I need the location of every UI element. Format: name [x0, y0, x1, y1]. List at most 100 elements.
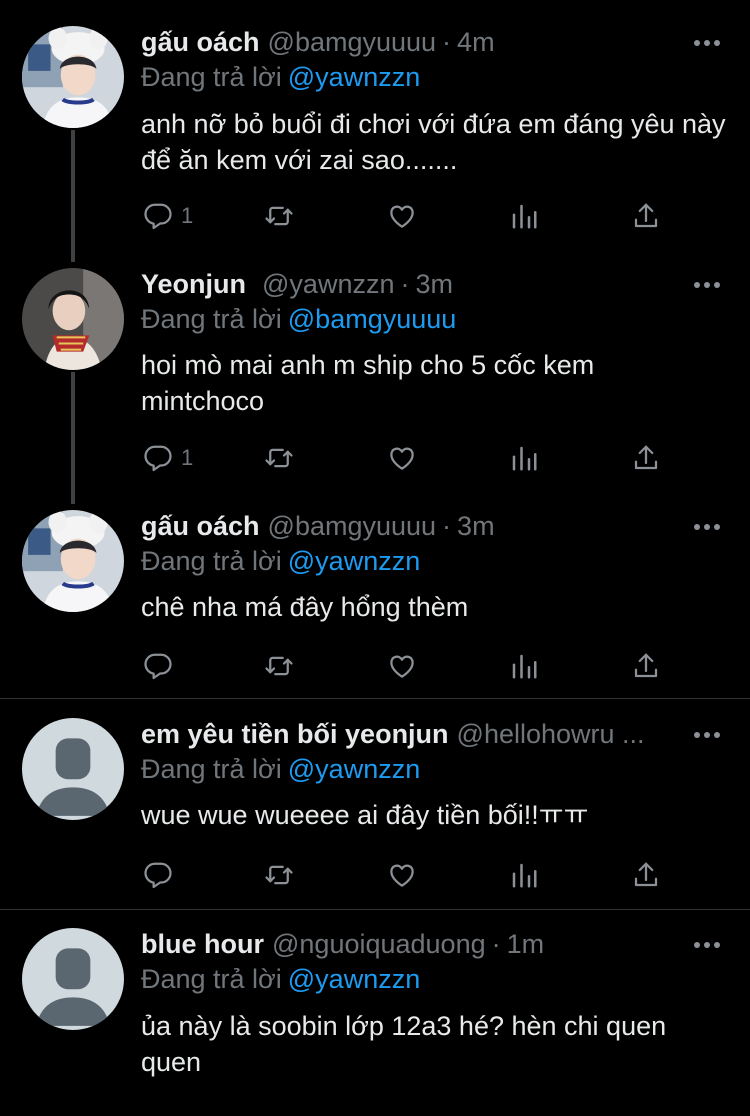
tweet[interactable]: gấu oách @bamgyuuuu · 3m Đang trả lời @yawnz…: [0, 504, 750, 698]
avatar[interactable]: [22, 928, 124, 1030]
more-icon[interactable]: [692, 730, 722, 740]
like-button[interactable]: [387, 646, 417, 686]
user-handle[interactable]: @bamgyuuuu: [268, 511, 437, 541]
tweet-header: gấu oách @bamgyuuuu · 4m: [141, 25, 666, 59]
share-button[interactable]: [631, 855, 661, 895]
user-handle[interactable]: @bamgyuuuu: [268, 27, 437, 57]
more-icon[interactable]: [692, 280, 722, 290]
reply-icon: [143, 443, 173, 473]
timestamp[interactable]: 1m: [507, 929, 545, 959]
tweet[interactable]: blue hour @nguoiquaduong · 1m Đang trả lời @…: [0, 910, 750, 1116]
reply-count: 1: [181, 445, 194, 470]
timestamp[interactable]: 3m: [415, 269, 453, 299]
retweet-button[interactable]: [264, 855, 294, 895]
avatar[interactable]: [22, 26, 124, 128]
like-icon: [387, 860, 417, 890]
share-button[interactable]: [631, 646, 661, 686]
reply-button[interactable]: [143, 646, 181, 686]
display-name[interactable]: gấu oách: [141, 511, 260, 541]
separator-dot: ·: [400, 269, 410, 299]
like-button[interactable]: [387, 438, 417, 478]
like-button[interactable]: [387, 855, 417, 895]
tweet-actions: 1: [0, 196, 750, 236]
reply-to-link[interactable]: @yawnzzn: [288, 754, 420, 784]
replying-to: Đang trả lời @yawnzzn: [141, 60, 420, 94]
views-button[interactable]: [509, 438, 539, 478]
user-handle[interactable]: @yawnzzn: [262, 269, 394, 299]
retweet-button[interactable]: [264, 438, 294, 478]
retweet-icon: [264, 860, 294, 890]
tweet-text: wue wue wueeee ai đây tiền bối!!ㅠㅠ: [141, 800, 589, 830]
tweet-text: chê nha má đây hổng thèm: [141, 592, 469, 622]
timestamp[interactable]: 4m: [457, 27, 495, 57]
tweet-actions: 1: [0, 438, 750, 478]
share-icon: [631, 651, 661, 681]
user-handle[interactable]: @nguoiquaduong: [272, 929, 486, 959]
tweet[interactable]: gấu oách @bamgyuuuu · 4m Đang trả lời @yawnz…: [0, 0, 750, 260]
tweet-text: anh nỡ bỏ buổi đi chơi với đứa em đáng y…: [141, 109, 726, 175]
replying-to: Đang trả lời @bamgyuuuu: [141, 302, 456, 336]
views-icon: [509, 651, 539, 681]
like-icon: [387, 651, 417, 681]
more-icon[interactable]: [692, 940, 722, 950]
views-button[interactable]: [509, 196, 539, 236]
more-icon[interactable]: [692, 38, 722, 48]
like-button[interactable]: [387, 196, 417, 236]
tweet[interactable]: Yeonjun @yawnzzn · 3m Đang trả lời @bamgyuuu…: [0, 262, 750, 504]
tweet-actions: [0, 855, 750, 895]
reply-label: Đang trả lời: [141, 546, 282, 576]
reply-button[interactable]: 1: [143, 438, 193, 478]
tweet-text: ủa này là soobin lớp 12a3 hé? hèn chi qu…: [141, 1011, 667, 1077]
retweet-icon: [264, 201, 294, 231]
share-icon: [631, 201, 661, 231]
tweet-header: blue hour @nguoiquaduong · 1m: [141, 927, 666, 961]
tweet-text: hoi mò mai anh m ship cho 5 cốc kem mint…: [141, 350, 595, 416]
like-icon: [387, 443, 417, 473]
reply-count: 1: [181, 203, 194, 228]
tweet-header: em yêu tiền bối yeonjun @hellohowru ...: [141, 717, 666, 751]
replying-to: Đang trả lời @yawnzzn: [141, 752, 420, 786]
tweet-actions: [0, 646, 750, 686]
replying-to: Đang trả lời @yawnzzn: [141, 544, 420, 578]
display-name[interactable]: em yêu tiền bối yeonjun: [141, 719, 449, 749]
reply-label: Đang trả lời: [141, 304, 282, 334]
reply-label: Đang trả lời: [141, 964, 282, 994]
display-name[interactable]: blue hour: [141, 929, 264, 959]
display-name[interactable]: gấu oách: [141, 27, 260, 57]
more-icon[interactable]: [692, 522, 722, 532]
timestamp[interactable]: 3m: [457, 511, 495, 541]
retweet-icon: [264, 651, 294, 681]
reply-button[interactable]: [143, 855, 181, 895]
reply-icon: [143, 201, 173, 231]
avatar[interactable]: [22, 718, 124, 820]
views-button[interactable]: [509, 646, 539, 686]
separator-dot: ·: [491, 929, 501, 959]
retweet-button[interactable]: [264, 646, 294, 686]
views-icon: [509, 443, 539, 473]
reply-to-link[interactable]: @yawnzzn: [288, 964, 420, 994]
reply-to-link[interactable]: @yawnzzn: [288, 546, 420, 576]
share-button[interactable]: [631, 196, 661, 236]
reply-icon: [143, 860, 173, 890]
separator-dot: ·: [442, 27, 452, 57]
reply-button[interactable]: 1: [143, 196, 193, 236]
display-name[interactable]: Yeonjun: [141, 269, 246, 299]
tweet-header: Yeonjun @yawnzzn · 3m: [141, 267, 666, 301]
like-icon: [387, 201, 417, 231]
views-icon: [509, 860, 539, 890]
retweet-icon: [264, 443, 294, 473]
tweet[interactable]: em yêu tiền bối yeonjun @hellohowru ... Đ…: [0, 699, 750, 909]
avatar[interactable]: [22, 268, 124, 370]
retweet-button[interactable]: [264, 196, 294, 236]
share-button[interactable]: [631, 438, 661, 478]
share-icon: [631, 860, 661, 890]
reply-icon: [143, 651, 173, 681]
share-icon: [631, 443, 661, 473]
tweet-header: gấu oách @bamgyuuuu · 3m: [141, 509, 666, 543]
reply-to-link[interactable]: @yawnzzn: [288, 62, 420, 92]
avatar[interactable]: [22, 510, 124, 612]
views-button[interactable]: [509, 855, 539, 895]
reply-to-link[interactable]: @bamgyuuuu: [288, 304, 457, 334]
user-handle[interactable]: @hellohowru ...: [457, 719, 645, 749]
reply-label: Đang trả lời: [141, 754, 282, 784]
